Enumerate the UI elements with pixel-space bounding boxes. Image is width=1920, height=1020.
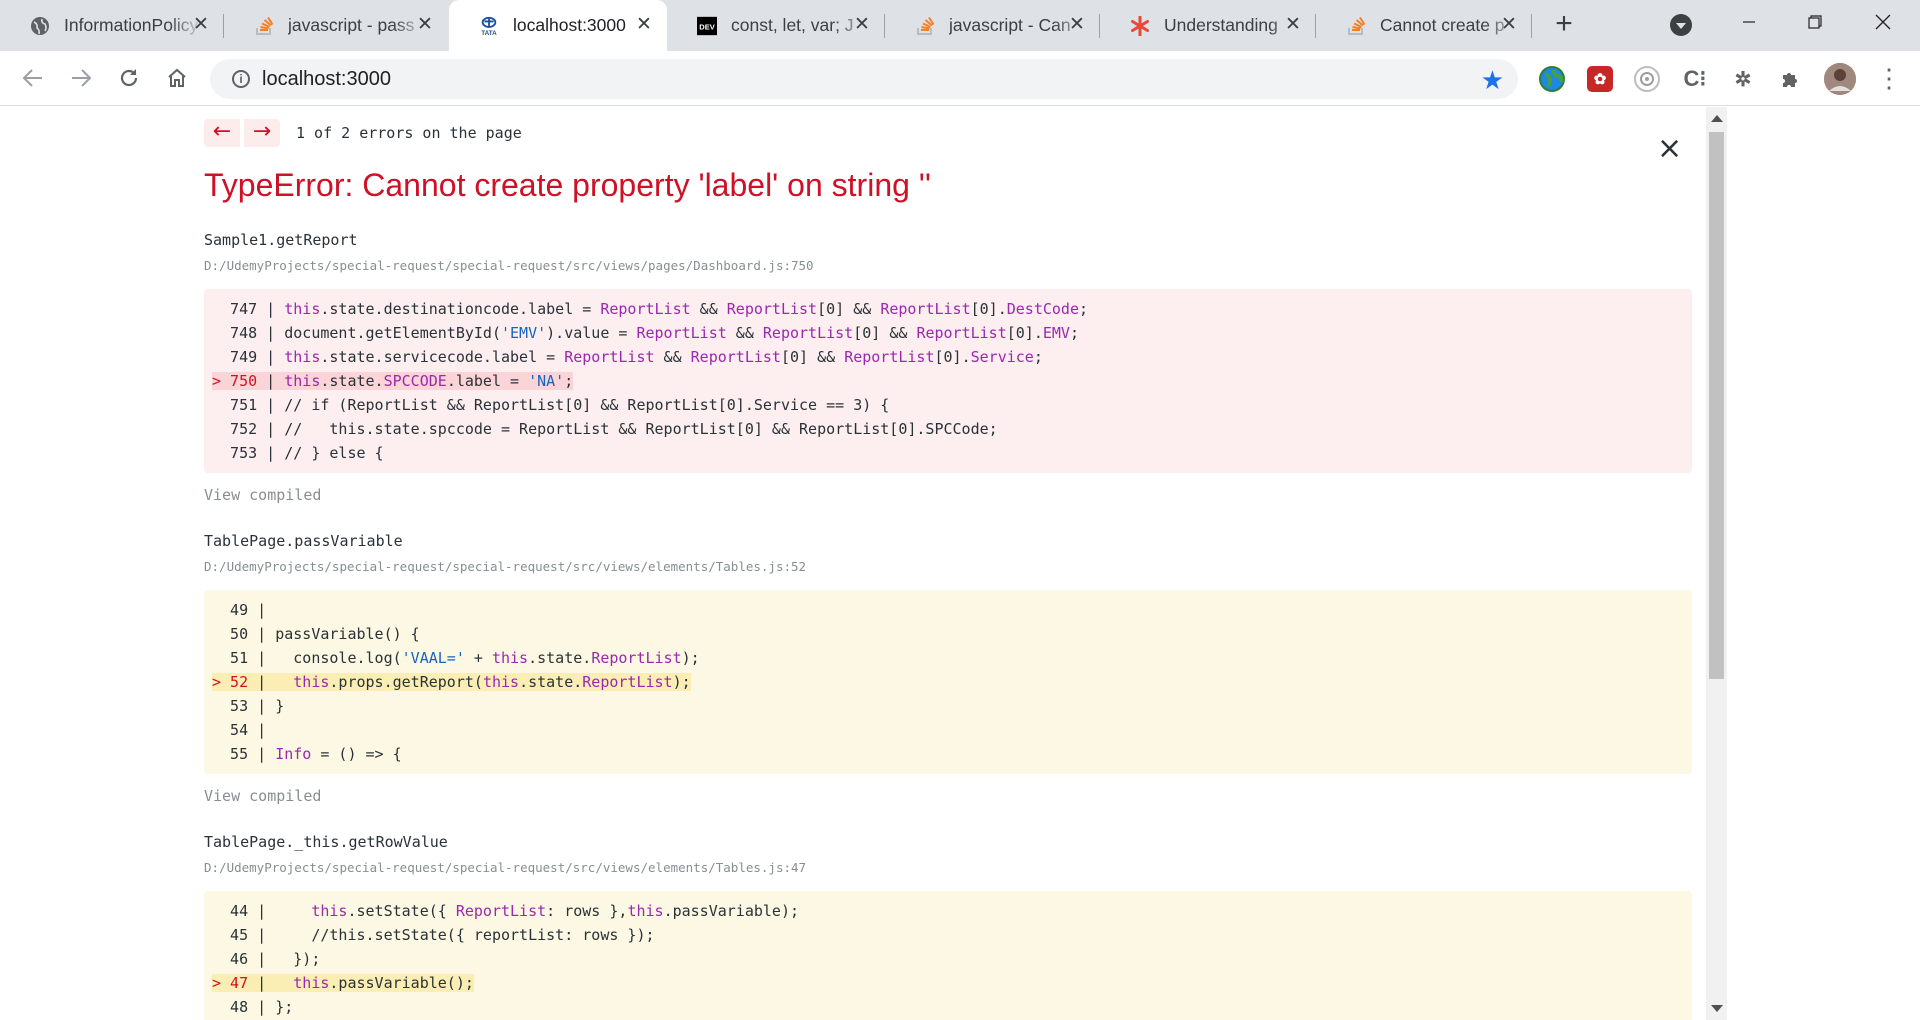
minimize-button[interactable] [1716,0,1782,44]
svg-text:TATA: TATA [481,30,497,37]
svg-text:DEV: DEV [699,22,714,31]
code-line: 44 | this.setState({ ReportList: rows },… [212,902,800,920]
url-text: localhost:3000 [262,68,391,90]
extension-c-icon[interactable]: C⁝ [1682,66,1708,92]
browser-tab[interactable]: InformationPolicy ✕ [0,0,224,51]
close-tab-icon[interactable]: ✕ [1066,14,1088,36]
error-title: TypeError: Cannot create property 'label… [204,167,932,203]
extension-circle-icon[interactable] [1634,66,1660,92]
code-snippet: 747 | this.state.destinationcode.label =… [204,289,1692,473]
stack-frame-name: TablePage._this.getRowValue [204,833,448,851]
code-line: 747 | this.state.destinationcode.label =… [212,300,1089,318]
code-line: 748 | document.getElementById('EMV').val… [212,324,1079,342]
close-overlay-icon[interactable]: × [1657,131,1682,166]
scroll-down-arrow-icon[interactable] [1711,1005,1723,1012]
tata-icon: TATA [479,16,499,37]
profile-avatar[interactable] [1824,63,1856,95]
code-line: 751 | // if (ReportList && ReportList[0]… [212,396,890,414]
browser-menu-icon[interactable]: ⋮ [1876,64,1902,94]
browser-tab[interactable]: javascript - Can ✕ [885,0,1100,51]
asterisk-icon [1130,15,1150,36]
scrollbar-thumb[interactable] [1709,132,1724,679]
browser-toolbar: i localhost:3000 ★ ✿ C⁝ ✲ ⋮ [0,51,1920,106]
code-line: 749 | this.state.servicecode.label = Rep… [212,348,1043,366]
forward-arrow-icon[interactable] [66,63,96,93]
page-content: ← → 1 of 2 errors on the page × TypeErro… [0,107,1706,1020]
stack-frame-path: D:/UdemyProjects/special-request/special… [204,258,814,273]
stack-frame-name: Sample1.getReport [204,231,358,249]
code-line: 50 | passVariable() { [212,625,420,643]
browser-tab[interactable]: DEV const, let, var; J ✕ [667,0,885,51]
dev-icon: DEV [697,16,717,36]
restore-button[interactable] [1782,0,1848,44]
stackoverflow-icon [915,16,935,36]
blank-right-area [1727,107,1920,1020]
stack-frame-path: D:/UdemyProjects/special-request/special… [204,559,807,574]
view-compiled-link[interactable]: View compiled [204,787,321,805]
code-line: 45 | //this.setState({ reportList: rows … [212,926,655,944]
stack-frame-path: D:/UdemyProjects/special-request/special… [204,860,807,875]
home-icon[interactable] [162,63,192,93]
browser-tab-active[interactable]: TATA localhost:3000 ✕ [449,0,667,51]
tab-title: const, let, var; J [731,15,854,35]
code-line: 48 | }; [212,998,294,1016]
tab-title: javascript - pass [288,15,415,35]
tab-strip: InformationPolicy ✕ javascript - pass ✕ … [0,0,1920,51]
browser-tab[interactable]: Understanding ✕ [1100,0,1316,51]
code-line-error: > 47 | this.passVariable(); [212,974,474,992]
error-navigation: ← → 1 of 2 errors on the page [204,119,522,147]
close-window-button[interactable] [1850,0,1916,44]
extensions-puzzle-icon[interactable] [1777,66,1803,92]
next-error-button[interactable]: → [244,119,280,147]
code-snippet: 44 | this.setState({ ReportList: rows },… [204,891,1692,1020]
vertical-scrollbar[interactable] [1706,107,1727,1020]
view-compiled-link[interactable]: View compiled [204,486,321,504]
code-snippet: 49 | 50 | passVariable() { 51 | console.… [204,590,1692,774]
stackoverflow-icon [254,16,274,36]
new-tab-button[interactable]: + [1547,9,1581,40]
extension-paw-icon[interactable]: ✿ [1587,66,1613,92]
browser-tab[interactable]: Cannot create p ✕ [1316,0,1532,51]
code-line: 46 | }); [212,950,321,968]
code-line: 51 | console.log('VAAL=' + this.state.Re… [212,649,700,667]
stack-frame-name: TablePage.passVariable [204,532,403,550]
tab-search-icon[interactable] [1670,14,1692,36]
address-bar[interactable]: i localhost:3000 ★ [210,59,1518,99]
scroll-up-arrow-icon[interactable] [1711,115,1723,122]
extension-globe-icon[interactable] [1539,66,1565,92]
close-tab-icon[interactable]: ✕ [414,14,436,36]
site-info-icon[interactable]: i [232,70,250,88]
code-line: 55 | Info = () => { [212,745,402,763]
bookmark-star-icon[interactable]: ★ [1481,65,1504,96]
extension-bug-icon[interactable]: ✲ [1730,66,1756,92]
close-tab-icon[interactable]: ✕ [1282,14,1304,36]
reload-icon[interactable] [114,63,144,93]
close-tab-icon[interactable]: ✕ [190,14,212,36]
close-tab-icon[interactable]: ✕ [851,14,873,36]
code-line: 54 | [212,721,267,739]
close-tab-icon[interactable]: ✕ [633,14,655,36]
code-line: 49 | [212,601,267,619]
code-line-error: > 750 | this.state.SPCCODE.label = 'NA'; [212,372,574,390]
globe-icon [30,16,50,36]
browser-tab[interactable]: javascript - pass ✕ [224,0,448,51]
back-arrow-icon[interactable] [18,63,48,93]
code-line: 752 | // this.state.spccode = ReportList… [212,420,998,438]
error-count: 1 of 2 errors on the page [296,124,522,142]
tab-title: localhost:3000 [513,15,626,35]
code-line: 53 | } [212,697,285,715]
code-line-error: > 52 | this.props.getReport(this.state.R… [212,673,691,691]
tab-separator [1531,14,1532,38]
close-tab-icon[interactable]: ✕ [1498,14,1520,36]
tab-title: InformationPolicy [64,15,199,35]
code-line: 753 | // } else { [212,444,384,462]
stackoverflow-icon [1346,16,1366,36]
previous-error-button[interactable]: ← [204,119,240,147]
